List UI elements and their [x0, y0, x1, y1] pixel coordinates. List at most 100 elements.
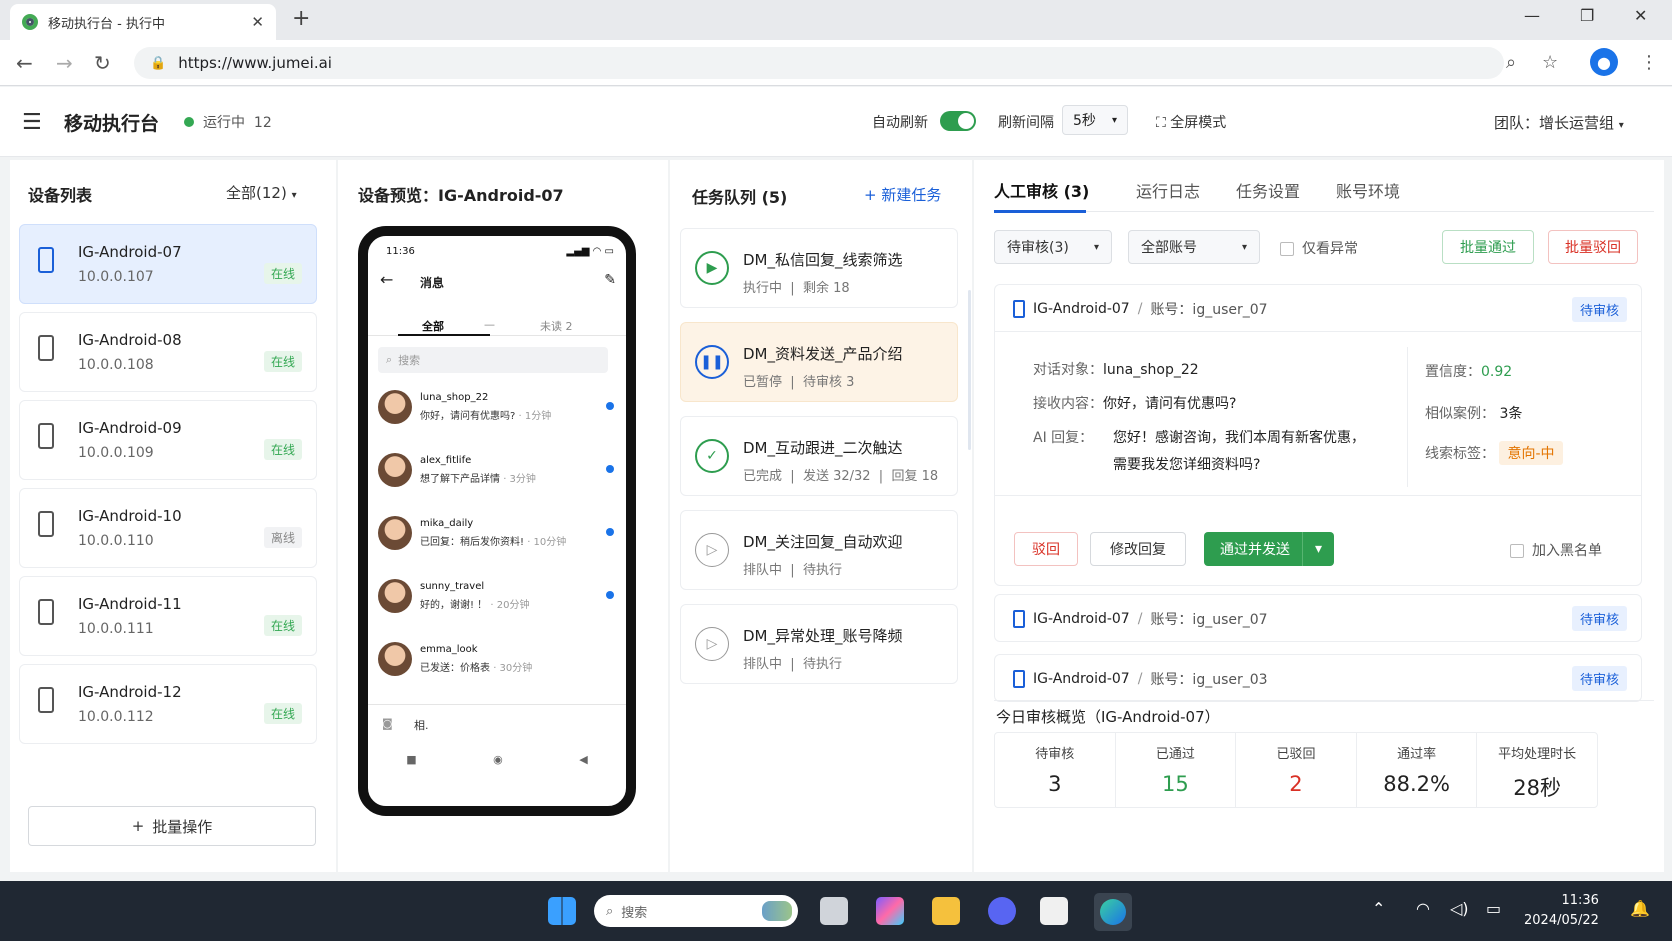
signal-wifi-battery-icon: ▂▄▆ ◠ ▭ [566, 246, 614, 257]
chat-list-item[interactable]: alex_fitlife 想了解下产品详情 · 3分钟 [378, 449, 614, 493]
ms-store-icon[interactable] [1040, 897, 1068, 925]
check-icon[interactable]: ✓ [695, 439, 729, 473]
phone-message-input[interactable]: ◙ 相. [368, 704, 626, 744]
bookmark-star-icon[interactable]: ☆ [1542, 52, 1558, 73]
device-item[interactable]: IG-Android-08 10.0.0.108 在线 [19, 312, 317, 392]
hamburger-menu-icon[interactable]: ☰ [22, 110, 42, 135]
device-list-panel: 设备列表 全部(12) ▾ IG-Android-07 10.0.0.107 在线 I… [10, 160, 336, 872]
phone-screen[interactable]: 11:36 ▂▄▆ ◠ ▭ ← 消息 ✎ 全部 — 未读 2 ⌕ 搜索 luna_… [358, 226, 636, 816]
blacklist-checkbox[interactable]: 加入黑名单 [1510, 540, 1602, 560]
task-scrollbar[interactable] [968, 290, 971, 450]
device-name: IG-Android-11 [78, 595, 182, 613]
auto-refresh-label: 自动刷新 [872, 115, 928, 131]
phone-icon [38, 687, 54, 713]
status-badge: 在线 [263, 263, 302, 284]
tab-manual-review[interactable]: 人工审核 (3) [994, 178, 1089, 202]
task-name: DM_异常处理_账号降频 [743, 627, 903, 645]
device-ip: 10.0.0.111 [78, 621, 154, 637]
minimize-icon[interactable]: — [1524, 6, 1540, 25]
task-item[interactable]: ▷ DM_异常处理_账号降频 排队中 | 待执行 [680, 604, 958, 684]
task-item[interactable]: ❚❚ DM_资料发送_产品介绍 已暂停 | 待审核 3 [680, 322, 958, 402]
ai-reply-label: AI 回复： [1033, 430, 1094, 446]
fullscreen-button[interactable]: ⛶ 全屏模式 [1156, 112, 1226, 132]
new-task-button[interactable]: + 新建任务 [864, 184, 941, 205]
approve-send-button[interactable]: 通过并发送 ▾ [1204, 532, 1334, 566]
reload-icon[interactable]: ↻ [94, 51, 111, 75]
close-window-icon[interactable]: ✕ [1634, 6, 1647, 25]
device-filter-select[interactable]: 全部(12) ▾ [226, 182, 297, 203]
edit-reply-button[interactable]: 修改回复 [1090, 532, 1186, 566]
play-icon[interactable]: ▶ [695, 251, 729, 285]
copilot-icon[interactable] [876, 897, 904, 925]
chat-list-item[interactable]: emma_look 已发送：价格表 · 30分钟 [378, 638, 614, 682]
batch-reject-button[interactable]: 批量驳回 [1548, 230, 1638, 264]
compose-icon[interactable]: ✎ [604, 272, 616, 288]
file-explorer-icon[interactable] [932, 897, 960, 925]
task-item[interactable]: ▶ DM_私信回复_线索筛选 执行中 | 剩余 18 [680, 228, 958, 308]
notification-bell-icon[interactable]: 🔔 [1630, 899, 1650, 918]
tab-run-log[interactable]: 运行日志 [1136, 178, 1200, 202]
taskbar-search[interactable]: ⌕ 搜索 [594, 895, 798, 927]
volume-icon[interactable]: ◁) [1450, 899, 1469, 918]
home-icon[interactable]: ◉ [493, 753, 503, 766]
battery-icon[interactable]: ▭ [1486, 899, 1501, 918]
batch-operation-button[interactable]: + 批量操作 [28, 806, 316, 846]
task-view-icon[interactable] [820, 897, 848, 925]
chat-list-item[interactable]: sunny_travel 好的，谢谢! ！ · 20分钟 [378, 575, 614, 619]
review-card-collapsed[interactable]: IG-Android-07/账号：ig_user_07 待审核 [994, 594, 1642, 642]
auto-refresh-toggle[interactable] [940, 111, 976, 131]
close-tab-icon[interactable]: ✕ [251, 13, 264, 31]
device-item[interactable]: IG-Android-09 10.0.0.109 在线 [19, 400, 317, 480]
discord-icon[interactable] [988, 897, 1016, 925]
device-item[interactable]: IG-Android-12 10.0.0.112 在线 [19, 664, 317, 744]
edge-browser-icon[interactable] [1094, 893, 1132, 931]
restore-icon[interactable]: ❐ [1580, 6, 1594, 25]
taskbar-clock[interactable]: 11:36 2024/05/22 [1524, 891, 1599, 931]
chat-list-item[interactable]: luna_shop_22 你好，请问有优惠吗? · 1分钟 [378, 386, 614, 430]
tab-account-env[interactable]: 账号环境 [1336, 178, 1400, 202]
back-icon[interactable]: ← [16, 51, 33, 75]
review-status-select[interactable]: 待审核(3) ▾ [994, 230, 1112, 264]
task-item[interactable]: ▷ DM_关注回复_自动欢迎 排队中 | 待执行 [680, 510, 958, 590]
app-header: ☰ 移动执行台 运行中 12 自动刷新 刷新间隔 5秒 ▾ ⛶ 全屏模式 团队：… [0, 87, 1672, 157]
device-item[interactable]: IG-Android-10 10.0.0.110 离线 [19, 488, 317, 568]
pause-icon[interactable]: ❚❚ [695, 345, 729, 379]
camera-icon[interactable]: ◙ [382, 717, 393, 730]
team-select[interactable]: 团队：增长运营组 ▾ [1494, 112, 1624, 133]
chat-list-item[interactable]: mika_daily 已回复：稍后发你资料! · 10分钟 [378, 512, 614, 556]
phone-tab-all[interactable]: 全部 [422, 318, 444, 334]
tab-task-settings[interactable]: 任务设置 [1236, 178, 1300, 202]
wifi-icon[interactable]: ◠ [1416, 899, 1430, 918]
chat-username: mika_daily [420, 518, 474, 529]
device-item[interactable]: IG-Android-11 10.0.0.111 在线 [19, 576, 317, 656]
forward-icon[interactable]: → [56, 51, 73, 75]
review-card-header: IG-Android-07/账号：ig_user_07 [1013, 609, 1268, 629]
queued-play-icon[interactable]: ▷ [695, 627, 729, 661]
browser-tab[interactable]: 移动执行台 - 执行中 ✕ [10, 4, 276, 40]
queued-play-icon[interactable]: ▷ [695, 533, 729, 567]
phone-back-icon[interactable]: ◀ [579, 753, 587, 766]
send-options-chevron-icon[interactable]: ▾ [1302, 532, 1334, 566]
review-card-collapsed[interactable]: IG-Android-07/账号：ig_user_03 待审核 [994, 654, 1642, 702]
phone-tab-middle[interactable]: — [484, 318, 495, 331]
more-menu-icon[interactable]: ⋮ [1640, 52, 1658, 73]
only-abnormal-checkbox[interactable]: 仅看异常 [1280, 238, 1358, 258]
profile-avatar-icon[interactable]: ● [1590, 48, 1618, 76]
account-select[interactable]: 全部账号 ▾ [1128, 230, 1260, 264]
reject-button[interactable]: 驳回 [1014, 532, 1078, 566]
refresh-interval-value: 5秒 [1073, 113, 1096, 129]
device-item[interactable]: IG-Android-07 10.0.0.107 在线 [19, 224, 317, 304]
zoom-icon[interactable]: ⌕ [1506, 52, 1516, 73]
overview-title: 今日审核概览（IG-Android-07） [996, 708, 1220, 726]
task-item[interactable]: ✓ DM_互动跟进_二次触达 已完成 | 发送 32/32 | 回复 18 [680, 416, 958, 496]
phone-back-arrow-icon[interactable]: ← [380, 270, 393, 289]
phone-search-input[interactable]: ⌕ 搜索 [378, 347, 608, 373]
phone-tab-unread[interactable]: 未读 2 [540, 318, 573, 334]
windows-start-icon[interactable] [548, 897, 576, 925]
new-tab-icon[interactable]: + [292, 6, 310, 31]
refresh-interval-select[interactable]: 5秒 ▾ [1062, 105, 1128, 135]
address-bar[interactable]: 🔒 https://www.jumei.ai [134, 47, 1504, 79]
batch-pass-button[interactable]: 批量通过 [1442, 230, 1534, 264]
chevron-up-icon[interactable]: ⌃ [1372, 899, 1385, 918]
recent-apps-icon[interactable]: ■ [406, 753, 416, 766]
